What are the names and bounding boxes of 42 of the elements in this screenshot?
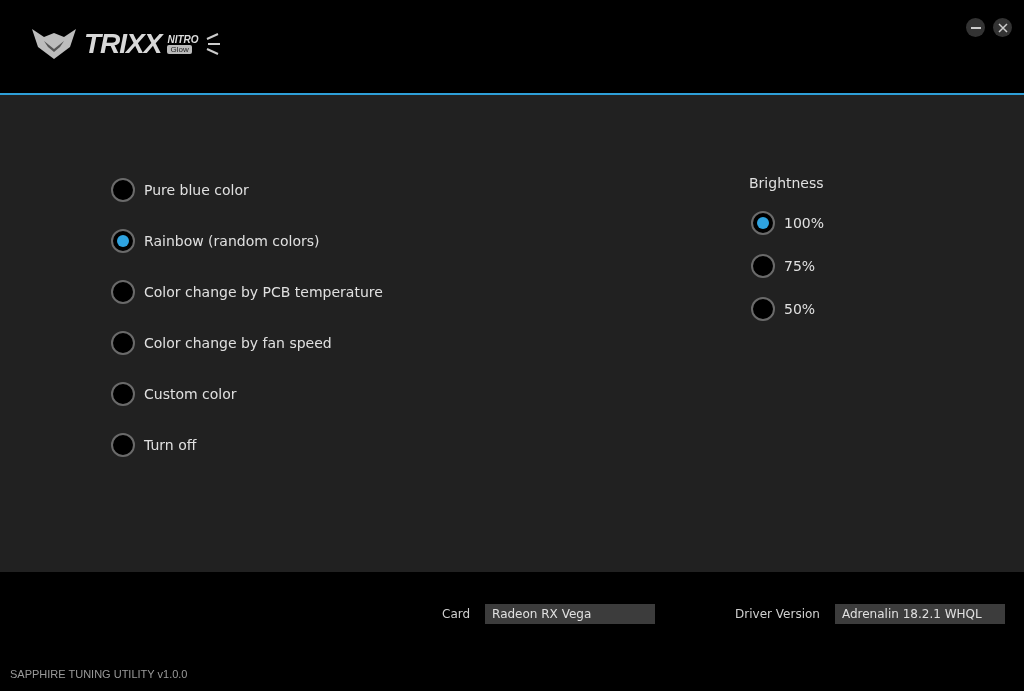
section-title: Brightness [749,175,825,191]
option-label: 50% [784,301,816,317]
radio-option[interactable]: 100% [751,211,1024,235]
radio-button[interactable] [751,211,775,235]
minimize-button[interactable] [966,18,985,37]
radio-option[interactable]: 50% [751,297,1024,321]
card-field: Radeon RX Vega [485,604,656,624]
logo-badge-text: NITRO [167,34,199,45]
field-label: Driver Version [735,607,820,621]
app-version-text: SAPPHIRE TUNING UTILITY v1.0.0 [10,668,188,680]
field-label: Card [442,607,471,621]
option-label: 100% [784,215,825,231]
option-label: Turn off [144,437,197,453]
logo-badge-label: Glow [167,45,192,54]
radio-option[interactable]: Rainbow (random colors) [111,229,383,253]
option-label: 75% [784,258,816,274]
option-label: Rainbow (random colors) [144,233,320,249]
radio-button[interactable] [111,331,135,355]
radio-button[interactable] [751,297,775,321]
radio-button[interactable] [751,254,775,278]
close-button[interactable] [993,18,1012,37]
logo-text: TRIXX [84,28,162,60]
light-rays-icon [204,33,221,55]
radio-option[interactable]: Color change by PCB temperature [111,280,383,304]
shield-logo-icon [30,27,78,61]
radio-button[interactable] [111,178,135,202]
radio-button[interactable] [111,280,135,304]
radio-option[interactable]: Turn off [111,433,383,457]
radio-button[interactable] [111,433,135,457]
radio-button[interactable] [111,229,135,253]
radio-option[interactable]: Color change by fan speed [111,331,383,355]
minus-icon [970,26,981,29]
radio-option[interactable]: Custom color [111,382,383,406]
radio-option[interactable]: 75% [751,254,1024,278]
radio-button[interactable] [111,382,135,406]
radio-option[interactable]: Pure blue color [111,178,383,202]
option-label: Color change by PCB temperature [144,284,383,300]
option-label: Pure blue color [144,182,249,198]
close-icon [997,22,1008,33]
option-label: Custom color [144,386,237,402]
option-label: Color change by fan speed [144,335,332,351]
driver-version-field: Adrenalin 18.2.1 WHQL [834,604,1005,624]
